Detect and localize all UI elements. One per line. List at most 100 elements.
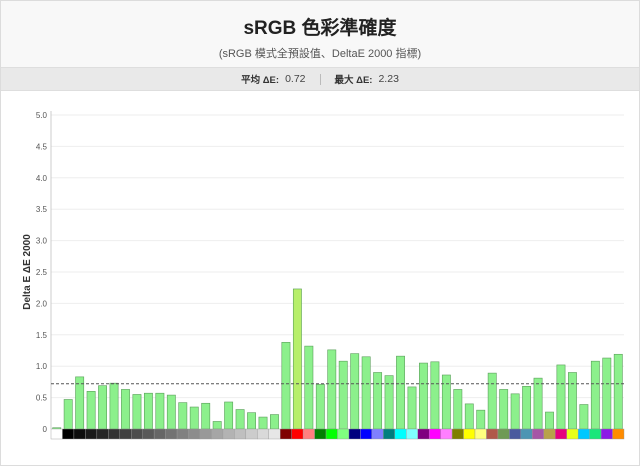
color-swatch (383, 428, 395, 440)
color-swatch (199, 428, 212, 440)
color-swatch (417, 428, 430, 440)
bar (98, 385, 107, 430)
bar (590, 360, 600, 430)
bar (396, 355, 405, 430)
color-swatch (566, 428, 579, 440)
color-swatch (577, 428, 590, 440)
color-swatch (108, 428, 120, 440)
bar (86, 391, 96, 430)
bar (155, 392, 165, 430)
bar (441, 374, 451, 430)
color-swatch (73, 428, 86, 440)
y-tick-label: 1.5 (36, 331, 48, 340)
color-swatch (153, 428, 166, 440)
bar (224, 401, 234, 430)
bar (453, 389, 463, 430)
bar (327, 349, 337, 430)
bar (407, 386, 417, 430)
color-swatch (188, 428, 201, 440)
chart-card: sRGB 色彩準確度 (sRGB 模式全預設值、DeltaE 2000 指標) … (0, 0, 640, 466)
bar (419, 362, 428, 430)
bar (189, 406, 199, 430)
bar (579, 404, 589, 430)
color-swatch (302, 428, 315, 440)
bar (63, 399, 73, 430)
bar (568, 372, 577, 430)
color-swatch (142, 428, 155, 440)
bar (132, 394, 142, 430)
y-tick-label: 3.5 (36, 205, 48, 214)
bar (556, 364, 566, 430)
y-tick-label: 4.5 (36, 142, 48, 151)
bar (166, 394, 176, 430)
color-swatch (96, 428, 109, 440)
bar (533, 377, 543, 430)
bar (613, 353, 623, 430)
bar (350, 353, 360, 430)
color-swatch (165, 428, 178, 440)
color-swatch (314, 428, 327, 440)
bar (270, 414, 279, 430)
color-swatch (428, 428, 441, 440)
color-swatch (463, 428, 476, 440)
bar (499, 389, 509, 430)
color-swatch (440, 428, 453, 440)
color-swatch (85, 428, 98, 440)
color-swatch (394, 428, 407, 440)
bar (212, 421, 222, 430)
color-swatch (222, 428, 235, 440)
color-swatch (176, 428, 189, 440)
y-axis-label: Delta E ΔE 2000 (22, 234, 33, 310)
color-swatch (50, 428, 63, 440)
bar (121, 389, 130, 430)
bar (235, 409, 245, 430)
color-swatch (62, 428, 75, 440)
color-swatch (497, 428, 510, 440)
y-tick-label: 3.0 (36, 237, 48, 246)
bar (545, 411, 554, 430)
color-swatch (612, 428, 625, 440)
color-swatch (131, 428, 143, 440)
color-swatch (509, 428, 522, 440)
color-swatch (245, 428, 258, 440)
bar (510, 393, 520, 430)
y-tick-label: 0.5 (36, 394, 48, 403)
bar (373, 372, 383, 430)
bar-chart: 0 0.5 1.0 1.5 2.0 2.5 3.0 3.5 4.0 4.5 5.0 Delta E Δ… (22, 111, 625, 440)
color-swatch (486, 428, 499, 440)
y-tick-label: 5.0 (36, 111, 48, 120)
color-swatch (543, 428, 556, 440)
y-tick-label: 4.0 (36, 174, 48, 183)
bar (476, 409, 486, 430)
color-swatch (211, 428, 224, 440)
color-swatch (119, 428, 132, 440)
color-swatch (348, 428, 361, 440)
bar (430, 361, 440, 430)
bar (281, 342, 291, 430)
y-tick-label: 0 (43, 425, 48, 434)
color-swatch (257, 428, 269, 440)
color-swatch (555, 428, 567, 440)
bar (109, 382, 119, 430)
color-swatch (337, 428, 350, 440)
color-swatch (520, 428, 533, 440)
bar (143, 392, 153, 430)
bar (201, 402, 211, 430)
color-swatch (451, 428, 464, 440)
bar (75, 376, 85, 430)
bar (315, 384, 325, 430)
bar (292, 288, 302, 430)
color-swatch (600, 428, 613, 440)
color-swatch (268, 428, 281, 440)
bar (338, 360, 348, 430)
color-swatch (280, 428, 292, 440)
bar (522, 385, 532, 430)
color-swatch (371, 428, 384, 440)
color-swatch (325, 428, 338, 440)
y-tick-label: 2.0 (36, 299, 48, 308)
bar (304, 345, 314, 430)
bar (247, 412, 256, 430)
color-swatch (474, 428, 487, 440)
bar (258, 416, 268, 430)
bar (361, 356, 371, 430)
